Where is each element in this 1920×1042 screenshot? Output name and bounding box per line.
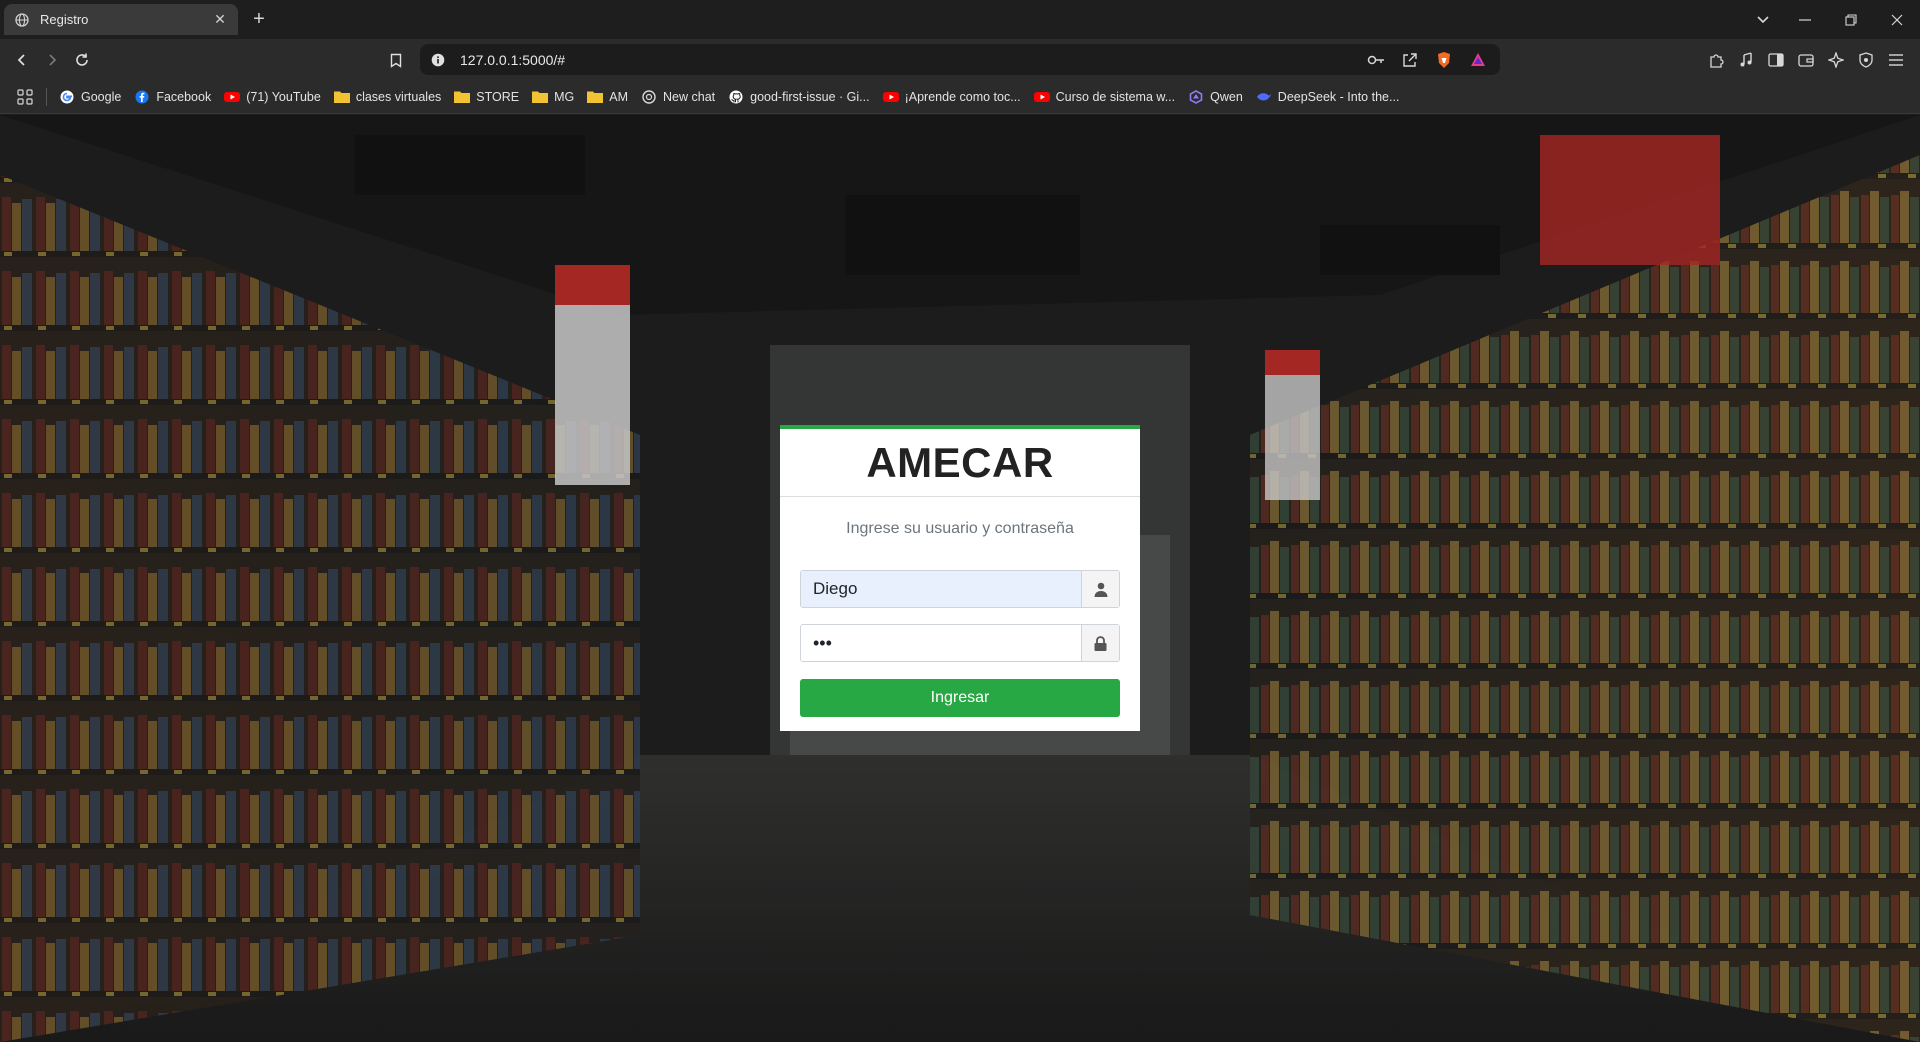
bookmark-label: ¡Aprende como toc... bbox=[904, 89, 1021, 104]
bookmark-deepseek[interactable]: DeepSeek - Into the... bbox=[1256, 89, 1400, 105]
tab-title: Registro bbox=[40, 12, 89, 27]
bookmark-folder-mg[interactable]: MG bbox=[532, 89, 574, 105]
key-icon[interactable] bbox=[1364, 48, 1388, 72]
bookmark-curso[interactable]: Curso de sistema w... bbox=[1033, 89, 1176, 105]
page-background: AMECAR Ingrese su usuario y contraseña I… bbox=[0, 115, 1920, 1042]
qwen-icon bbox=[1188, 89, 1204, 105]
bookmark-label: Google bbox=[81, 89, 122, 104]
facebook-icon bbox=[134, 89, 150, 105]
bookmark-label: New chat bbox=[663, 89, 716, 104]
lock-icon bbox=[1081, 625, 1119, 661]
youtube-icon bbox=[224, 89, 241, 105]
bookmark-icon[interactable] bbox=[384, 48, 408, 72]
bookmark-label: Facebook bbox=[156, 89, 212, 104]
brave-rewards-icon[interactable] bbox=[1466, 48, 1490, 72]
browser-toolbar: 127.0.0.1:5000/# bbox=[0, 39, 1920, 80]
sidebar-icon[interactable] bbox=[1764, 48, 1788, 72]
username-group bbox=[800, 570, 1120, 608]
bookmark-folder-clases-virtuales[interactable]: clases virtuales bbox=[333, 89, 442, 105]
apps-grid-icon[interactable] bbox=[14, 86, 36, 108]
bookmark-google[interactable]: Google bbox=[59, 89, 121, 105]
login-submit-button[interactable]: Ingresar bbox=[800, 679, 1120, 717]
new-tab-button[interactable]: + bbox=[248, 9, 270, 31]
tab-registro[interactable]: Registro ✕ bbox=[4, 4, 238, 35]
address-bar[interactable]: 127.0.0.1:5000/# bbox=[420, 44, 1500, 75]
login-message: Ingrese su usuario y contraseña bbox=[846, 520, 1074, 537]
bookmarks-divider bbox=[46, 87, 47, 106]
password-group bbox=[800, 624, 1120, 662]
app-title: AMECAR bbox=[780, 429, 1140, 497]
bookmark-folder-am[interactable]: AM bbox=[587, 89, 628, 105]
extensions-puzzle-icon[interactable] bbox=[1704, 48, 1728, 72]
music-note-icon[interactable] bbox=[1734, 48, 1758, 72]
url-text: 127.0.0.1:5000/# bbox=[460, 51, 566, 68]
globe-icon bbox=[14, 12, 30, 28]
bookmark-new-chat[interactable]: New chat bbox=[641, 89, 715, 105]
back-arrow-icon[interactable] bbox=[10, 48, 34, 72]
bookmark-label: MG bbox=[554, 89, 575, 104]
youtube-icon bbox=[1033, 89, 1050, 105]
bookmark-label: STORE bbox=[476, 89, 520, 104]
youtube-icon bbox=[882, 89, 899, 105]
bookmark-label: (71) YouTube bbox=[246, 89, 321, 104]
tab-list-chevron-icon[interactable] bbox=[1740, 0, 1786, 39]
password-input[interactable] bbox=[801, 625, 1081, 661]
site-info-icon[interactable] bbox=[430, 52, 446, 68]
bookmark-label: clases virtuales bbox=[355, 89, 442, 104]
bookmark-youtube[interactable]: (71) YouTube bbox=[224, 89, 321, 105]
github-icon bbox=[728, 89, 744, 105]
bookmark-folder-store[interactable]: STORE bbox=[454, 89, 519, 105]
bookmark-label: Qwen bbox=[1210, 89, 1243, 104]
restore-button[interactable] bbox=[1828, 0, 1874, 39]
bookmark-label: AM bbox=[609, 89, 629, 104]
reload-icon[interactable] bbox=[70, 48, 94, 72]
tab-strip: Registro ✕ + bbox=[0, 0, 1920, 39]
deepseek-icon bbox=[1256, 89, 1272, 105]
chat-icon bbox=[641, 89, 657, 105]
bookmark-qwen[interactable]: Qwen bbox=[1188, 89, 1243, 105]
vpn-shield-icon[interactable] bbox=[1854, 48, 1878, 72]
folder-icon bbox=[333, 89, 350, 105]
bookmark-github[interactable]: good-first-issue · Gi... bbox=[728, 89, 870, 105]
user-icon bbox=[1081, 571, 1119, 607]
bookmark-label: good-first-issue · Gi... bbox=[750, 89, 870, 104]
bookmarks-bar: Google Facebook (71) YouTube clases virt… bbox=[0, 80, 1920, 114]
minimize-button[interactable] bbox=[1782, 0, 1828, 39]
bookmark-label: DeepSeek - Into the... bbox=[1277, 89, 1400, 104]
google-icon bbox=[59, 89, 75, 105]
close-window-button[interactable] bbox=[1874, 0, 1920, 39]
share-icon[interactable] bbox=[1398, 48, 1422, 72]
leo-ai-icon[interactable] bbox=[1824, 48, 1848, 72]
wallet-icon[interactable] bbox=[1794, 48, 1818, 72]
folder-icon bbox=[532, 89, 549, 105]
login-card: AMECAR Ingrese su usuario y contraseña I… bbox=[780, 425, 1140, 731]
bookmark-aprende[interactable]: ¡Aprende como toc... bbox=[882, 89, 1021, 105]
forward-arrow-icon[interactable] bbox=[40, 48, 64, 72]
bookmark-facebook[interactable]: Facebook bbox=[134, 89, 211, 105]
username-input[interactable] bbox=[801, 571, 1081, 607]
close-tab-icon[interactable]: ✕ bbox=[212, 11, 228, 28]
brave-shield-icon[interactable] bbox=[1432, 48, 1456, 72]
folder-icon bbox=[454, 89, 471, 105]
bookmark-label: Curso de sistema w... bbox=[1055, 89, 1176, 104]
menu-hamburger-icon[interactable] bbox=[1884, 48, 1908, 72]
folder-icon bbox=[587, 89, 604, 105]
